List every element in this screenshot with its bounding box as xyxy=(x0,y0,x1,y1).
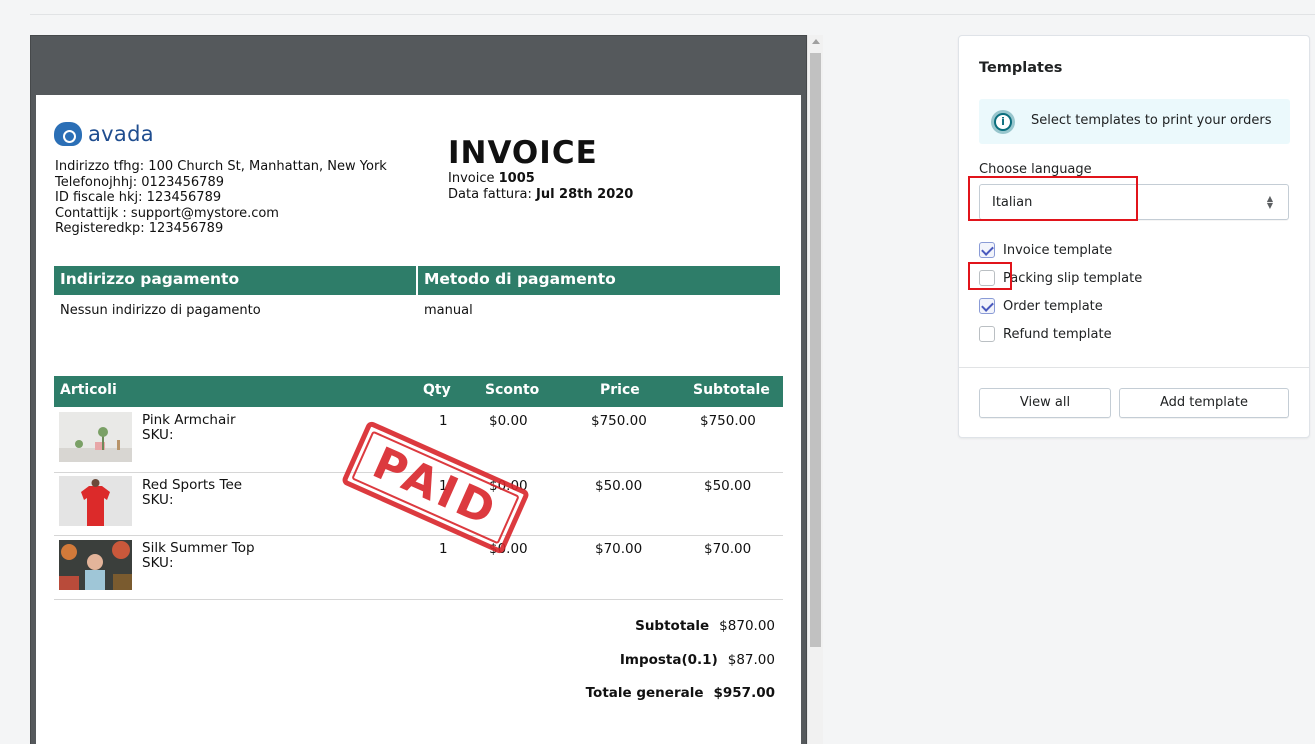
invoice-date-label: Data fattura: xyxy=(448,186,532,202)
add-template-button[interactable]: Add template xyxy=(1119,388,1289,418)
view-all-button[interactable]: View all xyxy=(979,388,1111,418)
checkbox-highlight-box xyxy=(968,262,1012,290)
invoice-template-checkbox[interactable] xyxy=(979,242,995,258)
item-name: Pink Armchair xyxy=(142,412,236,428)
tax-value: $87.00 xyxy=(727,652,775,668)
order-template-option[interactable]: Order template xyxy=(979,296,1103,316)
invoice-number: 1005 xyxy=(498,171,535,186)
select-arrows-icon: ▲ ▼ xyxy=(1266,194,1274,210)
items-table-header: Articoli Qty Sconto Price Subtotale xyxy=(54,376,783,407)
total-value: $957.00 xyxy=(713,685,776,701)
item-price: $50.00 xyxy=(595,478,643,494)
checkbox-label: Order template xyxy=(1003,298,1103,314)
language-label: Choose language xyxy=(979,162,1092,177)
invoice-date: Jul 28th 2020 xyxy=(535,186,634,202)
tax-line: Imposta(0.1) $87.00 xyxy=(620,652,775,668)
store-logo: avada xyxy=(54,122,154,146)
card-divider xyxy=(959,367,1309,368)
item-price: $70.00 xyxy=(595,541,643,557)
item-subtotal: $50.00 xyxy=(704,478,752,494)
col-items: Articoli xyxy=(60,382,117,398)
table-row: Silk Summer Top SKU: 1 $0.00 $70.00 $70.… xyxy=(54,536,783,600)
payment-method-value: manual xyxy=(424,303,473,318)
invoice-title: INVOICE xyxy=(448,135,598,171)
store-address: Indirizzo tfhg: 100 Church St, Manhattan… xyxy=(55,159,387,174)
item-subtotal: $750.00 xyxy=(700,413,756,429)
armchair-photo xyxy=(59,412,132,462)
billing-address-value: Nessun indirizzo di pagamento xyxy=(60,303,261,318)
order-template-checkbox[interactable] xyxy=(979,298,995,314)
info-banner: i Select templates to print your orders xyxy=(979,99,1290,144)
item-name: Silk Summer Top xyxy=(142,540,255,556)
invoice-meta: Invoice 1005 Data fattura: Jul 28th 2020 xyxy=(448,171,633,202)
checkbox-label: Packing slip template xyxy=(1003,270,1143,286)
item-sku: SKU: xyxy=(142,427,174,443)
col-qty: Qty xyxy=(423,382,451,398)
store-registered: Registeredkp: 123456789 xyxy=(55,221,224,236)
info-icon: i xyxy=(991,110,1015,134)
checkbox-label: Invoice template xyxy=(1003,242,1113,258)
scroll-up-arrow-icon[interactable] xyxy=(812,39,820,44)
item-sku: SKU: xyxy=(142,555,174,571)
summer-top-photo xyxy=(59,540,132,590)
payment-method-header: Metodo di pagamento xyxy=(418,266,780,295)
refund-template-option[interactable]: Refund template xyxy=(979,324,1112,344)
templates-card: Templates i Select templates to print yo… xyxy=(958,35,1310,438)
item-qty: 1 xyxy=(439,541,448,557)
store-info: Indirizzo tfhg: 100 Church St, Manhattan… xyxy=(55,159,387,237)
item-discount: $0.00 xyxy=(489,413,528,429)
store-tax-id: ID fiscale hkj: 123456789 xyxy=(55,190,222,205)
col-discount: Sconto xyxy=(485,382,540,398)
col-subtotal: Subtotale xyxy=(693,382,770,398)
store-contact: Contattijk : support@mystore.com xyxy=(55,205,279,221)
logo-text: avada xyxy=(88,122,154,146)
store-phone: Telefonojhhj: 0123456789 xyxy=(55,174,224,190)
subtotal-value: $870.00 xyxy=(719,618,775,634)
card-title: Templates xyxy=(979,60,1063,76)
banner-text: Select templates to print your orders xyxy=(1031,113,1272,128)
preview-scrollbar[interactable] xyxy=(807,35,823,744)
invoice-template-option[interactable]: Invoice template xyxy=(979,240,1112,260)
item-qty: 1 xyxy=(439,413,448,429)
scroll-thumb[interactable] xyxy=(810,53,821,647)
item-subtotal: $70.00 xyxy=(704,541,752,557)
item-name: Red Sports Tee xyxy=(142,477,243,493)
subtotal-label: Subtotale xyxy=(635,618,710,634)
col-price: Price xyxy=(600,382,640,398)
cloud-logo-icon xyxy=(54,122,82,146)
billing-address-header: Indirizzo pagamento xyxy=(54,266,416,295)
item-sku: SKU: xyxy=(142,492,174,508)
total-label: Totale generale xyxy=(585,685,704,701)
subtotal-line: Subtotale $870.00 xyxy=(635,618,775,634)
total-line: Totale generale $957.00 xyxy=(586,685,775,701)
refund-template-checkbox[interactable] xyxy=(979,326,995,342)
checkbox-label: Refund template xyxy=(1003,326,1112,342)
item-price: $750.00 xyxy=(591,413,647,429)
red-tee-photo xyxy=(59,476,132,526)
language-highlight-box xyxy=(968,176,1138,221)
tax-label: Imposta(0.1) xyxy=(619,652,718,668)
invoice-number-label: Invoice xyxy=(448,171,495,186)
invoice-paper: avada Indirizzo tfhg: 100 Church St, Man… xyxy=(36,95,801,744)
top-divider xyxy=(30,14,1315,15)
